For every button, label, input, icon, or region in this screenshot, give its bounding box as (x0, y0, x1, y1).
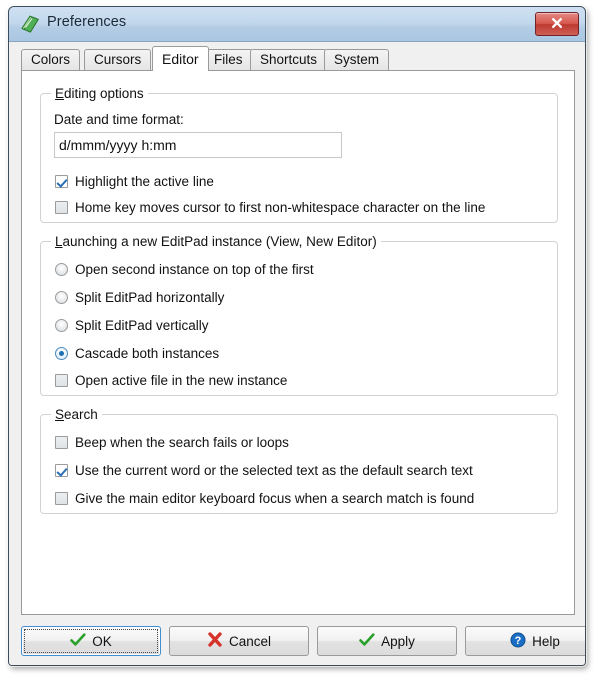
checkbox-icon[interactable] (55, 201, 68, 214)
tab-strip: Colors Cursors Editor Files Shortcuts Sy… (21, 46, 575, 71)
group-title-rest: aunching a new EditPad instance (View, N… (62, 234, 377, 249)
radio-open-second-instance[interactable]: Open second instance on top of the first (55, 262, 314, 277)
radio-icon[interactable] (55, 347, 68, 360)
apply-button-label: Apply (381, 633, 415, 649)
tab-editor[interactable]: Editor (152, 46, 209, 71)
editor-tab-panel: Editing options Date and time format: Hi… (21, 70, 575, 615)
checkbox-label: Beep when the search fails or loops (75, 435, 289, 450)
cancel-button-label: Cancel (228, 633, 272, 649)
focus-ring (24, 629, 158, 653)
radio-split-horizontally[interactable]: Split EditPad horizontally (55, 290, 224, 305)
checkbox-label: Open active file in the new instance (75, 373, 288, 388)
checkbox-open-active-file[interactable]: Open active file in the new instance (55, 373, 287, 388)
checkbox-label: Use the current word or the selected tex… (75, 463, 473, 478)
preferences-dialog-window: Preferences Colors Cursors Editor Files … (8, 6, 586, 666)
checkbox-give-editor-focus[interactable]: Give the main editor keyboard focus when… (55, 491, 474, 506)
green-check-icon (70, 632, 86, 650)
radio-icon[interactable] (55, 263, 68, 276)
group-search: Search Beep when the search fails or loo… (40, 407, 558, 514)
dialog-button-bar: OK Cancel Apply ? Help (9, 619, 585, 665)
tab-shortcuts[interactable]: Shortcuts (250, 49, 328, 71)
radio-icon[interactable] (55, 291, 68, 304)
checkbox-beep-search-fails[interactable]: Beep when the search fails or loops (55, 435, 289, 450)
checkbox-icon[interactable] (55, 464, 68, 477)
cancel-button[interactable]: Cancel (169, 626, 309, 656)
group-editing-options: Editing options Date and time format: Hi… (40, 86, 558, 223)
checkbox-icon[interactable] (55, 436, 68, 449)
checkbox-home-key-first-nonwhitespace[interactable]: Home key moves cursor to first non-white… (55, 200, 485, 215)
checkbox-label: Home key moves cursor to first non-white… (75, 200, 486, 215)
checkbox-icon[interactable] (55, 492, 68, 505)
radio-label: Split EditPad horizontally (75, 290, 225, 305)
radio-icon[interactable] (55, 319, 68, 332)
group-launching-instance: Launching a new EditPad instance (View, … (40, 234, 558, 396)
checkbox-use-current-word[interactable]: Use the current word or the selected tex… (55, 463, 473, 478)
green-check-icon (359, 632, 375, 650)
red-x-icon (207, 632, 223, 650)
accel-letter: L (55, 234, 63, 249)
radio-cascade-both-instances[interactable]: Cascade both instances (55, 346, 219, 361)
window-title: Preferences (47, 14, 127, 30)
apply-button[interactable]: Apply (317, 626, 457, 656)
date-format-label: Date and time format: (54, 112, 184, 127)
radio-label: Cascade both instances (75, 346, 220, 361)
close-icon[interactable] (535, 12, 579, 36)
group-search-title: Search (51, 407, 102, 422)
checkbox-highlight-active-line[interactable]: Highlight the active line (55, 174, 214, 189)
tab-system[interactable]: System (324, 49, 390, 71)
green-book-icon (19, 13, 41, 35)
accel-letter: E (55, 86, 65, 101)
checkbox-label: Give the main editor keyboard focus when… (75, 491, 475, 506)
group-launching-instance-title: Launching a new EditPad instance (View, … (51, 234, 381, 249)
tab-cursors[interactable]: Cursors (84, 49, 152, 71)
blue-question-icon: ? (510, 632, 526, 651)
group-editing-options-title: Editing options (51, 86, 148, 101)
tab-colors[interactable]: Colors (21, 49, 81, 71)
radio-label: Open second instance on top of the first (75, 262, 314, 277)
date-format-input[interactable] (54, 132, 342, 158)
ok-button[interactable]: OK (21, 626, 161, 656)
checkbox-label: Highlight the active line (75, 174, 214, 189)
svg-text:?: ? (515, 635, 522, 647)
checkbox-icon[interactable] (55, 374, 68, 387)
radio-split-vertically[interactable]: Split EditPad vertically (55, 318, 209, 333)
group-title-rest: diting options (64, 86, 144, 101)
accel-letter: S (55, 407, 65, 422)
help-button[interactable]: ? Help (465, 626, 585, 656)
tab-files[interactable]: Files (204, 49, 253, 71)
help-button-label: Help (532, 633, 560, 649)
radio-label: Split EditPad vertically (75, 318, 209, 333)
ok-button-label: OK (92, 633, 112, 649)
checkbox-icon[interactable] (55, 175, 68, 188)
title-bar: Preferences (9, 7, 585, 42)
group-title-rest: earch (64, 407, 98, 422)
